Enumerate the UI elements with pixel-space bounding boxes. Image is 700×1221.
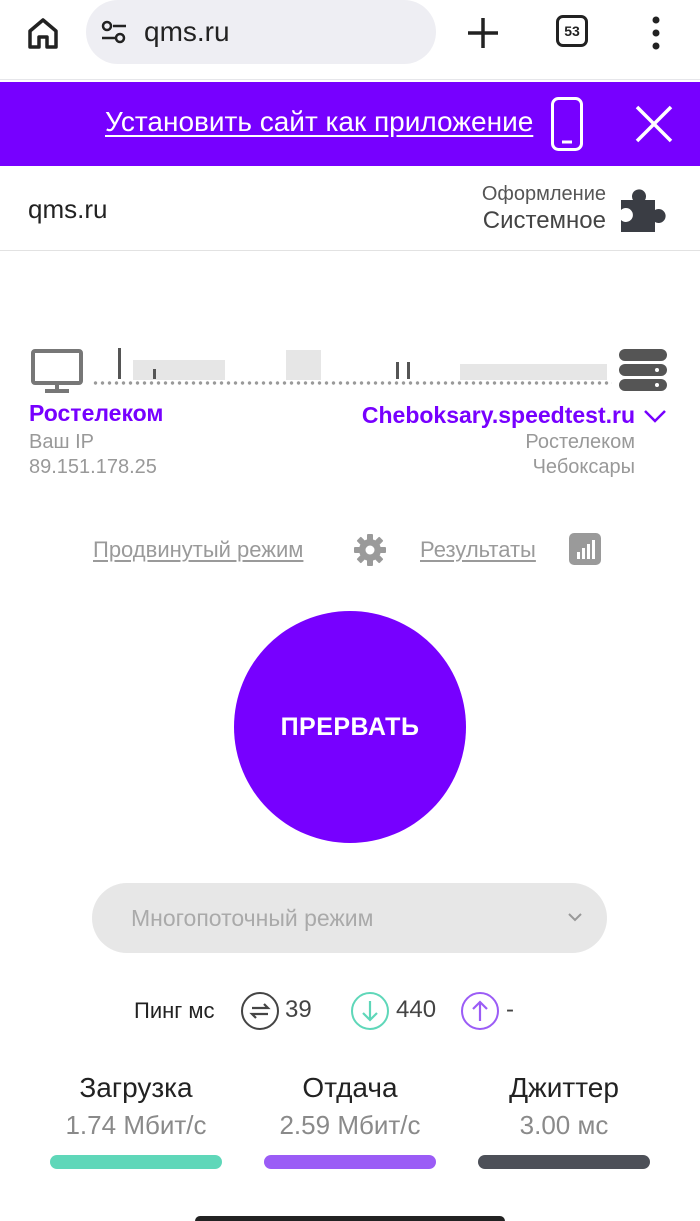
tab-switcher-button[interactable]: 53 [556,15,588,47]
browser-toolbar: qms.ru 53 [0,0,700,80]
abort-button[interactable]: ПРЕРВАТЬ [234,611,466,843]
upload-arrow-icon [461,992,499,1030]
route-segment [286,350,321,380]
download-arrow-icon [351,992,389,1030]
jitter-bar [478,1155,650,1169]
ip-label: Ваш IP [29,431,94,453]
upload-stat: Отдача 2.59 Мбит/с [264,1072,436,1169]
server-icon [617,347,669,393]
route-line [92,381,612,385]
home-icon[interactable] [22,12,64,54]
more-menu-icon[interactable] [644,12,668,54]
chevron-down-icon[interactable] [642,404,668,426]
mode-select[interactable]: Многопоточный режим [92,883,607,953]
theme-selector[interactable]: Оформление Системное [482,183,606,235]
puzzle-icon[interactable] [617,182,669,234]
route-segment [460,364,607,380]
route-tick [407,362,410,379]
route-segment [133,360,225,380]
upload-label: Отдача [302,1072,398,1103]
ip-address: 89.151.178.25 [29,456,157,478]
new-tab-icon[interactable] [462,12,504,54]
server-info[interactable]: Cheboksary.speedtest.ru Ростелеком Чебок… [335,400,635,480]
advanced-mode-link[interactable]: Продвинутый режим [93,537,303,563]
ping-icon [241,992,279,1030]
download-stat: Загрузка 1.74 Мбит/с [50,1072,222,1169]
route-tick [118,348,121,379]
theme-value: Системное [482,207,606,234]
download-ping-value: 440 [396,996,437,1023]
client-isp: Ростелеком [29,400,164,426]
jitter-label: Джиттер [509,1072,619,1103]
gear-icon[interactable] [353,533,387,567]
mode-select-value: Многопоточный режим [131,905,374,931]
jitter-stat: Джиттер 3.00 мс [478,1072,650,1169]
results-link[interactable]: Результаты [420,537,536,563]
ping-label: Пинг мс [134,998,215,1023]
server-host[interactable]: Cheboksary.speedtest.ru [335,400,635,430]
options-row: Продвинутый режим Результаты [0,530,700,570]
download-speed: 1.74 Мбит/с [65,1110,207,1140]
download-label: Загрузка [79,1072,193,1103]
upload-speed: 2.59 Мбит/с [279,1110,421,1140]
route-graphic [0,340,700,400]
results-chart-icon[interactable] [569,533,601,565]
server-provider: Ростелеком [525,431,635,453]
site-header: qms.ru Оформление Системное [0,166,700,251]
gesture-bar [195,1216,505,1221]
client-info: Ростелеком Ваш IP 89.151.178.25 [29,400,163,479]
ping-value: 39 [285,996,312,1023]
ping-row: Пинг мс 39 440 - [0,990,700,1034]
theme-label: Оформление [481,183,606,205]
upload-ping-value: - [506,996,514,1023]
install-banner: Установить сайт как приложение [0,82,700,166]
upload-bar [264,1155,436,1169]
download-bar [50,1155,222,1169]
address-bar[interactable]: qms.ru [86,0,436,64]
server-city: Чебоксары [532,456,635,478]
url-text: qms.ru [144,16,230,47]
site-logo[interactable]: qms.ru [28,194,107,225]
close-banner-icon[interactable] [632,102,676,146]
jitter-value: 3.00 мс [519,1110,609,1140]
monitor-icon [30,348,84,394]
chevron-down-icon [567,909,583,925]
site-settings-icon[interactable] [100,18,128,46]
route-tick [396,362,399,379]
install-app-link[interactable]: Установить сайт как приложение [105,106,533,138]
phone-icon [550,96,584,152]
route-tick [153,369,156,379]
